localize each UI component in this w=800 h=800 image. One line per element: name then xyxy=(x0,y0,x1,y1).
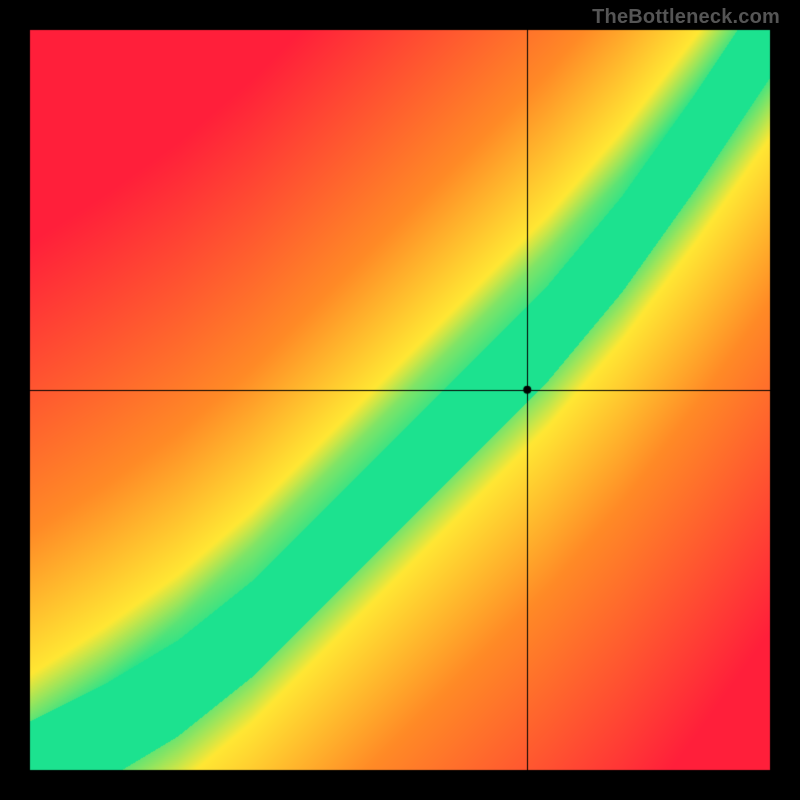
watermark-label: TheBottleneck.com xyxy=(592,6,780,29)
chart-container: TheBottleneck.com xyxy=(0,0,800,800)
heatmap-canvas xyxy=(0,0,800,800)
